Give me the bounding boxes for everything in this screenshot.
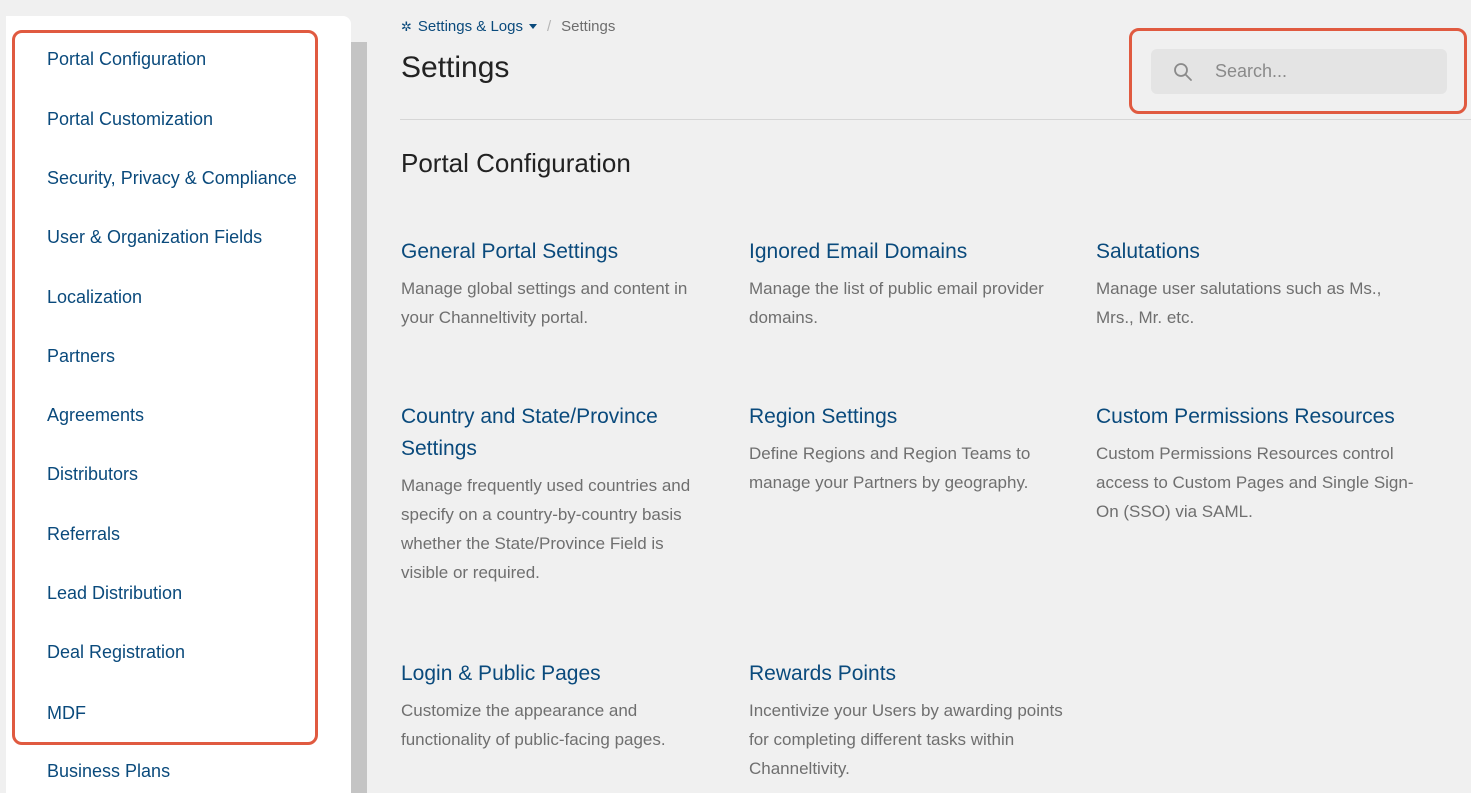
card-link-ignored-email-domains[interactable]: Ignored Email Domains: [749, 236, 1079, 268]
section-title: Portal Configuration: [401, 148, 631, 178]
card-description: Manage global settings and content in yo…: [401, 279, 688, 327]
chevron-down-icon[interactable]: [528, 24, 537, 29]
page-title: Settings: [401, 51, 510, 84]
card-link-region-settings[interactable]: Region Settings: [749, 401, 1079, 433]
settings-card-custom-permissions-resources: Custom Permissions Resources Custom Perm…: [1096, 401, 1456, 526]
sidebar-item-localization[interactable]: Localization: [47, 286, 142, 308]
card-description: Manage the list of public email provider…: [749, 279, 1044, 327]
sidebar-item-deal-registration[interactable]: Deal Registration: [47, 641, 185, 663]
card-description: Manage frequently used countries and spe…: [401, 476, 691, 582]
breadcrumb-current: Settings: [561, 18, 616, 35]
sidebar-item-lead-distribution[interactable]: Lead Distribution: [47, 582, 182, 604]
settings-card-login-public-pages: Login & Public Pages Customize the appea…: [401, 658, 731, 754]
sidebar-item-distributors[interactable]: Distributors: [47, 463, 138, 485]
card-description: Define Regions and Region Teams to manag…: [749, 444, 1031, 492]
sidebar-item-agreements[interactable]: Agreements: [47, 404, 144, 426]
sidebar-item-portal-configuration[interactable]: Portal Configuration: [47, 48, 206, 70]
gear-icon: ✲: [401, 18, 412, 34]
card-link-rewards-points[interactable]: Rewards Points: [749, 658, 1079, 690]
sidebar-item-portal-customization[interactable]: Portal Customization: [47, 108, 213, 130]
settings-sidebar: Portal Configuration Portal Customizatio…: [6, 16, 351, 793]
card-link-general-portal-settings[interactable]: General Portal Settings: [401, 236, 731, 268]
breadcrumb-separator: /: [546, 18, 552, 35]
sidebar-item-partners[interactable]: Partners: [47, 345, 115, 367]
card-link-salutations[interactable]: Salutations: [1096, 236, 1426, 268]
breadcrumb-parent-link[interactable]: Settings & Logs: [418, 18, 523, 35]
sidebar-item-mdf[interactable]: MDF: [47, 702, 86, 724]
sidebar-item-business-plans[interactable]: Business Plans: [47, 760, 170, 782]
sidebar-item-security-privacy-compliance[interactable]: Security, Privacy & Compliance: [47, 167, 297, 189]
search-box[interactable]: [1151, 49, 1447, 94]
header-divider: [400, 119, 1471, 120]
sidebar-item-user-organization-fields[interactable]: User & Organization Fields: [47, 226, 262, 248]
card-description: Customize the appearance and functionali…: [401, 701, 666, 749]
card-description: Incentivize your Users by awarding point…: [749, 701, 1063, 778]
card-description: Custom Permissions Resources control acc…: [1096, 444, 1414, 521]
settings-card-salutations: Salutations Manage user salutations such…: [1096, 236, 1426, 332]
settings-card-rewards-points: Rewards Points Incentivize your Users by…: [749, 658, 1079, 783]
settings-page: Portal Configuration Portal Customizatio…: [0, 0, 1471, 793]
card-link-login-public-pages[interactable]: Login & Public Pages: [401, 658, 731, 690]
settings-card-country-state-province: Country and State/Province Settings Mana…: [401, 401, 731, 587]
search-icon: [1174, 62, 1192, 81]
settings-card-ignored-email-domains: Ignored Email Domains Manage the list of…: [749, 236, 1079, 332]
sidebar-scrollbar[interactable]: [351, 42, 367, 793]
search-input[interactable]: [1213, 60, 1427, 83]
card-link-custom-permissions-resources[interactable]: Custom Permissions Resources: [1096, 401, 1456, 433]
sidebar-item-referrals[interactable]: Referrals: [47, 523, 120, 545]
card-description: Manage user salutations such as Ms., Mrs…: [1096, 279, 1382, 327]
settings-card-region-settings: Region Settings Define Regions and Regio…: [749, 401, 1079, 497]
breadcrumb: ✲ Settings & Logs / Settings: [401, 18, 615, 35]
card-link-country-state-province-settings[interactable]: Country and State/Province Settings: [401, 401, 701, 465]
settings-card-general-portal-settings: General Portal Settings Manage global se…: [401, 236, 731, 332]
